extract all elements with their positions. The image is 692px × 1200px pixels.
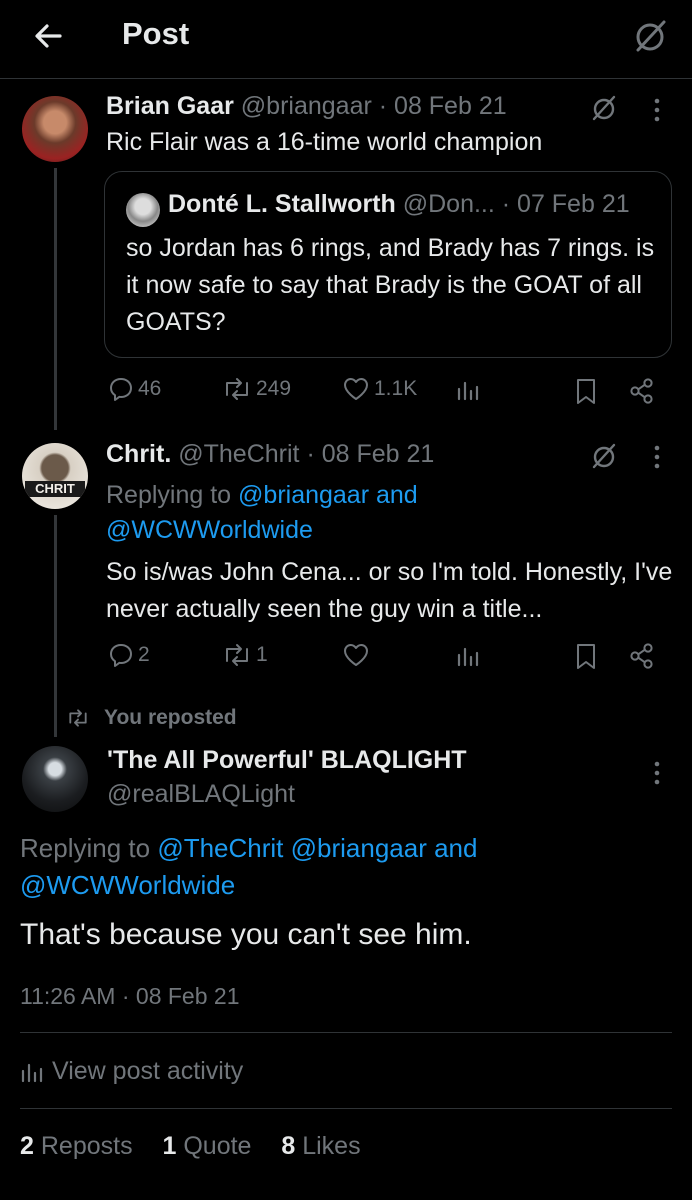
back-arrow-icon[interactable]	[30, 18, 66, 54]
avatar-label: CHRIT	[25, 481, 85, 497]
grok-icon[interactable]	[590, 94, 618, 122]
views-icon[interactable]	[456, 644, 480, 668]
more-options-icon[interactable]	[652, 97, 662, 123]
mention-link[interactable]: @WCWWorldwide	[20, 870, 235, 900]
share-icon[interactable]	[628, 377, 656, 405]
more-options-icon[interactable]	[652, 444, 662, 470]
author-handle[interactable]: @briangaar	[241, 92, 372, 120]
likes-label: Likes	[302, 1132, 361, 1160]
reposts-count: 2	[20, 1132, 34, 1160]
post-date[interactable]: · 07 Feb 21	[502, 190, 630, 218]
top-bar	[0, 0, 692, 79]
repost-small-icon	[66, 708, 90, 728]
view-post-activity[interactable]: View post activity	[20, 1057, 243, 1086]
bookmark-icon[interactable]	[574, 377, 598, 405]
mention-link[interactable]: @TheChrit @briangaar and	[157, 833, 477, 863]
quotes-label: Quote	[183, 1132, 252, 1160]
replying-to: Replying to @TheChrit @briangaar and @WC…	[20, 830, 670, 904]
avatar[interactable]	[22, 96, 88, 162]
repost-label: You reposted	[104, 706, 237, 729]
author-name[interactable]: 'The All Powerful' BLAQLIGHT	[107, 746, 467, 775]
author-name[interactable]: Chrit.	[106, 440, 171, 468]
post-date[interactable]: · 08 Feb 21	[379, 92, 507, 120]
quoted-text: so Jordan has 6 rings, and Brady has 7 r…	[126, 234, 655, 336]
main-tweet-text: That's because you can't see him.	[20, 918, 472, 951]
share-icon[interactable]	[628, 642, 656, 670]
reposts-label: Reposts	[40, 1132, 133, 1160]
reply-button[interactable]: 46	[108, 376, 161, 402]
quoted-author-row: Donté L. Stallworth @Don... · 07 Feb 21	[168, 190, 630, 219]
repost-count: 1	[256, 643, 268, 666]
page-title: Post	[122, 16, 190, 51]
avatar[interactable]	[126, 193, 160, 227]
repost-count: 249	[256, 377, 292, 400]
repost-indicator: You reposted	[66, 706, 237, 730]
like-button[interactable]	[342, 642, 370, 668]
thread-line	[54, 168, 57, 430]
view-post-activity-label: View post activity	[52, 1057, 244, 1085]
likes-stat[interactable]: 8 Likes	[281, 1132, 360, 1160]
post-date[interactable]: · 08 Feb 21	[306, 440, 434, 468]
replying-prefix: Replying to	[20, 833, 151, 863]
like-count: 1.1K	[374, 377, 418, 400]
avatar[interactable]: CHRIT	[22, 443, 88, 509]
tweet-author-row: Brian Gaar @briangaar · 08 Feb 21	[106, 92, 507, 121]
reply-button[interactable]: 2	[108, 642, 150, 668]
like-button[interactable]: 1.1K	[342, 376, 417, 402]
replying-prefix: Replying to	[106, 481, 232, 509]
analytics-icon	[20, 1060, 44, 1084]
tweet-text: Ric Flair was a 16-time world champion	[106, 128, 543, 156]
views-icon[interactable]	[456, 378, 480, 402]
quotes-count: 1	[162, 1132, 177, 1160]
reposts-stat[interactable]: 2 Reposts	[20, 1132, 133, 1160]
divider	[20, 1108, 672, 1109]
grok-icon[interactable]	[590, 442, 618, 470]
reply-count: 2	[138, 643, 150, 666]
repost-button[interactable]: 249	[222, 376, 291, 402]
bookmark-icon[interactable]	[574, 642, 598, 670]
grok-icon[interactable]	[632, 18, 668, 54]
author-name[interactable]: Donté L. Stallworth	[168, 190, 396, 218]
divider	[20, 1032, 672, 1033]
thread-line	[54, 515, 57, 737]
tweet-author-row: Chrit. @TheChrit · 08 Feb 21	[106, 440, 434, 469]
engagement-stats: 2 Reposts 1 Quote 8 Likes	[20, 1132, 361, 1161]
author-handle[interactable]: @TheChrit	[178, 440, 299, 468]
quotes-stat[interactable]: 1 Quote	[162, 1132, 251, 1160]
more-options-icon[interactable]	[652, 760, 662, 786]
author-name[interactable]: Brian Gaar	[106, 92, 234, 120]
replying-to: Replying to @briangaar and @WCWWorldwide	[106, 478, 666, 548]
avatar[interactable]	[22, 746, 88, 812]
mention-link[interactable]: @briangaar and	[238, 481, 418, 509]
tweet-text: So is/was John Cena... or so I'm told. H…	[106, 558, 673, 623]
reply-count: 46	[138, 377, 162, 400]
repost-button[interactable]: 1	[222, 642, 268, 668]
mention-link[interactable]: @WCWWorldwide	[106, 516, 313, 544]
author-handle[interactable]: @Don...	[403, 190, 495, 218]
likes-count: 8	[281, 1132, 296, 1160]
author-handle[interactable]: @realBLAQLight	[107, 780, 295, 809]
post-timestamp[interactable]: 11:26 AM · 08 Feb 21	[20, 983, 240, 1010]
